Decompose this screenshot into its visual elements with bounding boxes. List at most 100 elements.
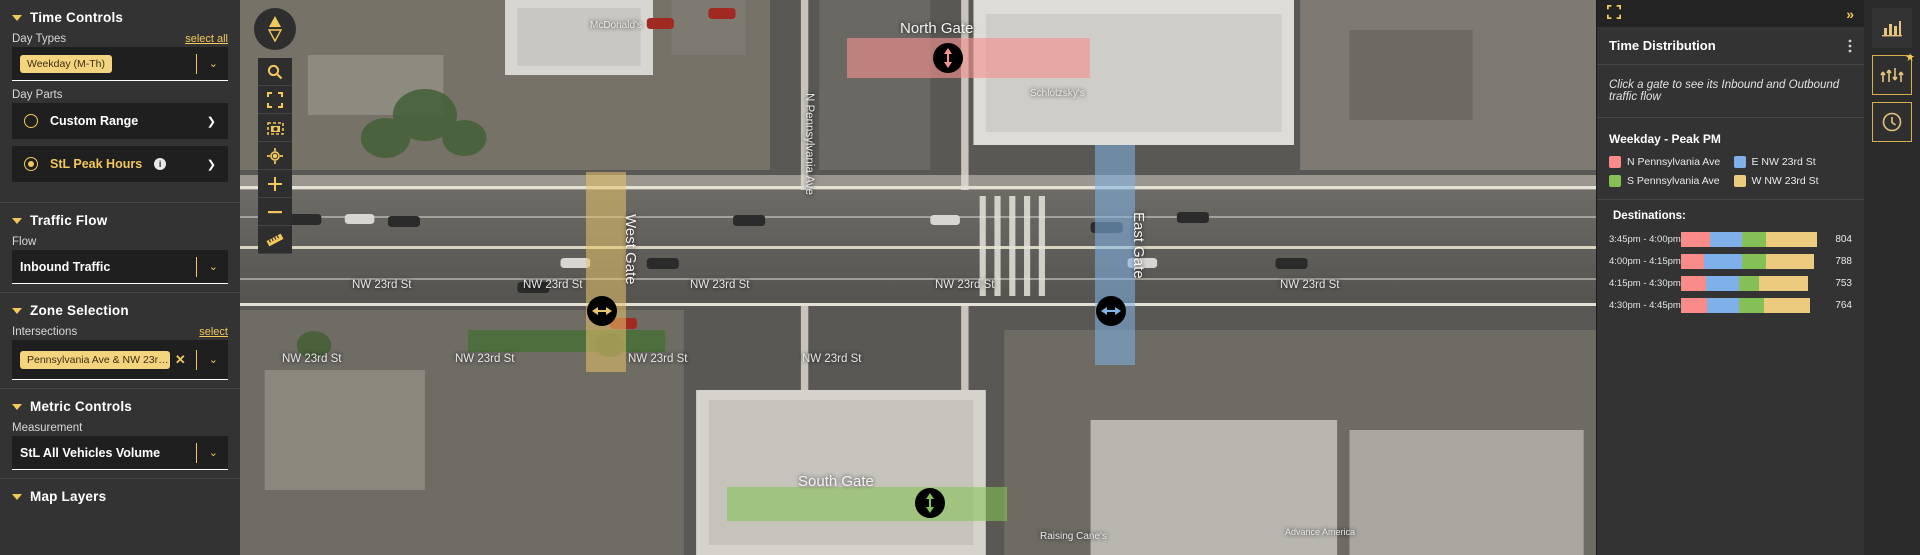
chart-row[interactable]: 4:30pm - 4:45pm 764	[1609, 298, 1852, 313]
zoom-out-icon[interactable]	[258, 198, 292, 226]
day-part-label: StL Peak Hours	[50, 157, 143, 171]
chart-row-label: 3:45pm - 4:00pm	[1609, 234, 1681, 245]
chart-segment[interactable]	[1681, 254, 1704, 269]
day-parts-row: Day Parts	[0, 89, 240, 103]
section-title: Traffic Flow	[30, 213, 108, 228]
right-panel-title-row: Time Distribution	[1597, 27, 1864, 65]
expand-icon[interactable]	[1607, 5, 1621, 22]
gate-marker-north[interactable]	[933, 43, 963, 73]
gate-marker-east[interactable]	[1096, 296, 1126, 326]
chart-segment[interactable]	[1709, 232, 1742, 247]
chevron-down-icon[interactable]: ⌄	[203, 353, 224, 366]
intersection-chip-label: Pennsylvania Ave & NW 23r…	[27, 353, 169, 366]
section-header-zone-selection[interactable]: Zone Selection	[0, 293, 240, 326]
chart-segment[interactable]	[1681, 276, 1706, 291]
chart-segment[interactable]	[1739, 276, 1760, 291]
section-header-map-layers[interactable]: Map Layers	[0, 479, 240, 512]
flow-label: Flow	[12, 236, 37, 248]
section-header-traffic-flow[interactable]: Traffic Flow	[0, 203, 240, 236]
legend-item[interactable]: N Pennsylvania Ave	[1609, 156, 1728, 168]
info-icon[interactable]: i	[154, 158, 167, 170]
fullscreen-icon[interactable]	[258, 86, 292, 114]
chart-row-bar	[1681, 232, 1817, 247]
locate-icon[interactable]	[258, 142, 292, 170]
panel-title: Time Distribution	[1609, 38, 1716, 53]
chart-segment[interactable]	[1681, 232, 1710, 247]
chevron-down-icon[interactable]: ⌄	[203, 57, 224, 70]
divider	[1597, 199, 1864, 200]
bar-chart-icon[interactable]	[1872, 8, 1912, 48]
chart-segment[interactable]	[1766, 232, 1817, 247]
gate-marker-south[interactable]	[915, 488, 945, 518]
select-link[interactable]: select	[199, 326, 228, 338]
more-options-icon[interactable]	[1848, 39, 1852, 53]
zoom-in-icon[interactable]	[258, 170, 292, 198]
legend-item[interactable]: S Pennsylvania Ave	[1609, 175, 1728, 187]
radio-icon[interactable]	[24, 114, 38, 128]
chevron-down-icon[interactable]: ⌄	[203, 446, 224, 459]
gate-marker-west[interactable]	[587, 296, 617, 326]
street-label: NW 23rd St	[282, 353, 342, 365]
day-part-stl-peak-hours[interactable]: StL Peak Hours i ❯	[12, 146, 228, 182]
legend-label: N Pennsylvania Ave	[1627, 156, 1721, 168]
gate-band-south	[727, 487, 1007, 521]
chart-segment[interactable]	[1739, 298, 1764, 313]
chart-row[interactable]: 4:00pm - 4:15pm 788	[1609, 254, 1852, 269]
section-header-metric-controls[interactable]: Metric Controls	[0, 389, 240, 422]
chart-segment[interactable]	[1703, 254, 1743, 269]
legend-item[interactable]: E NW 23rd St	[1733, 156, 1853, 168]
compass-control[interactable]	[254, 8, 296, 50]
chart-segment[interactable]	[1707, 298, 1740, 313]
day-part-custom-range[interactable]: Custom Range ❯	[12, 103, 228, 139]
capture-icon[interactable]	[258, 114, 292, 142]
collapse-panel-icon[interactable]: »	[1846, 6, 1854, 22]
chevron-down-icon	[12, 307, 22, 314]
divider	[195, 349, 197, 370]
chart-segment[interactable]	[1705, 276, 1740, 291]
left-sidebar: Time Controls Day Types select all Weekd…	[0, 0, 240, 555]
search-icon[interactable]	[258, 58, 292, 86]
chevron-right-icon[interactable]: ❯	[207, 158, 216, 171]
map-view[interactable]: North Gate South Gate West Gate East Gat…	[240, 0, 1596, 555]
clock-icon[interactable]	[1872, 102, 1912, 142]
measurement-select[interactable]: StL All Vehicles Volume ⌄	[12, 436, 228, 470]
traffic-flow-icon[interactable]: ★	[1872, 52, 1915, 95]
chevron-down-icon	[12, 493, 22, 500]
street-label: NW 23rd St	[802, 353, 862, 365]
chart-segment[interactable]	[1765, 254, 1815, 269]
chevron-right-icon[interactable]: ❯	[207, 115, 216, 128]
select-all-link[interactable]: select all	[185, 33, 228, 45]
legend-label: S Pennsylvania Ave	[1627, 175, 1720, 187]
chart-segment[interactable]	[1681, 298, 1708, 313]
intersections-select[interactable]: Pennsylvania Ave & NW 23r… ✕ ✕ ⌄	[12, 340, 228, 380]
section-header-time-controls[interactable]: Time Controls	[0, 0, 240, 33]
chevron-down-icon[interactable]: ⌄	[203, 260, 224, 273]
intersection-chip[interactable]: Pennsylvania Ave & NW 23r… ✕	[20, 350, 170, 369]
chart-row-total: 788	[1835, 256, 1852, 267]
street-label: NW 23rd St	[690, 279, 750, 291]
chart-row-bar	[1681, 276, 1809, 291]
day-types-select[interactable]: Weekday (M-Th) ⌄	[12, 47, 228, 81]
clear-all-icon[interactable]: ✕	[171, 352, 190, 368]
chart-row-bar	[1681, 298, 1811, 313]
chart-row[interactable]: 4:15pm - 4:30pm 753	[1609, 276, 1852, 291]
chart-subtitle: Weekday - Peak PM	[1609, 132, 1721, 146]
radio-icon[interactable]	[24, 157, 38, 171]
chart-segment[interactable]	[1742, 254, 1766, 269]
street-label: NW 23rd St	[352, 279, 412, 291]
chart-segment[interactable]	[1763, 298, 1811, 313]
legend-item[interactable]: W NW 23rd St	[1733, 175, 1853, 187]
street-label: NW 23rd St	[455, 353, 515, 365]
chart-segment[interactable]	[1759, 276, 1809, 291]
flow-select[interactable]: Inbound Traffic ⌄	[12, 250, 228, 284]
gate-band-west	[586, 172, 626, 372]
day-type-chip[interactable]: Weekday (M-Th)	[20, 54, 112, 73]
legend-label: E NW 23rd St	[1751, 156, 1816, 168]
chart-row-label: 4:15pm - 4:30pm	[1609, 278, 1681, 289]
chart-segment[interactable]	[1741, 232, 1767, 247]
chart-row-label: 4:00pm - 4:15pm	[1609, 256, 1681, 267]
chart-row-total: 764	[1835, 300, 1852, 311]
flow-row: Flow	[0, 236, 240, 250]
measure-icon[interactable]	[258, 226, 292, 254]
chart-row[interactable]: 3:45pm - 4:00pm 804	[1609, 232, 1852, 247]
